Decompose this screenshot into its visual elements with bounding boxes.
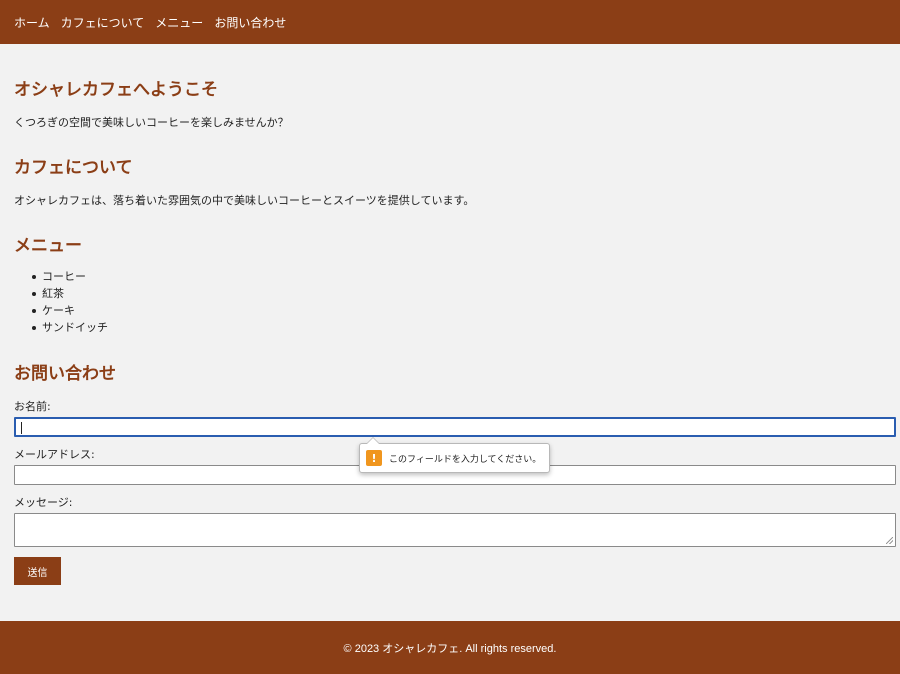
submit-button[interactable]: 送信: [14, 557, 61, 585]
warning-icon: !: [366, 450, 382, 466]
menu-item-sandwich: サンドイッチ: [14, 319, 108, 336]
email-label: メールアドレス:: [14, 448, 95, 461]
menu-list: コーヒー 紅茶 ケーキ サンドイッチ: [14, 268, 108, 336]
about-text: オシャレカフェは、落ち着いた雰囲気の中で美味しいコーヒーとスイーツを提供していま…: [14, 194, 475, 207]
message-textarea[interactable]: [14, 513, 896, 547]
resize-grip-icon[interactable]: [886, 537, 893, 544]
nav-link-menu[interactable]: メニュー: [155, 14, 203, 31]
welcome-heading: オシャレカフェへようこそ: [14, 80, 218, 100]
name-input[interactable]: [14, 417, 896, 437]
menu-heading: メニュー: [14, 236, 82, 256]
text-caret: [21, 422, 22, 434]
menu-item-cake: ケーキ: [14, 302, 108, 319]
nav-link-about[interactable]: カフェについて: [61, 14, 145, 31]
nav-link-home[interactable]: ホーム: [14, 14, 50, 31]
about-heading: カフェについて: [14, 158, 133, 178]
site-header: ホーム カフェについて メニュー お問い合わせ: [0, 0, 900, 44]
welcome-text: くつろぎの空間で美味しいコーヒーを楽しみませんか？: [14, 116, 289, 129]
validation-tooltip: ! このフィールドを入力してください。: [359, 437, 550, 473]
main-nav: ホーム カフェについて メニュー お問い合わせ: [0, 0, 900, 44]
menu-item-tea: 紅茶: [14, 285, 108, 302]
menu-item-coffee: コーヒー: [14, 268, 108, 285]
site-footer: © 2023 オシャレカフェ. All rights reserved.: [0, 621, 900, 674]
nav-link-contact[interactable]: お問い合わせ: [214, 14, 286, 31]
name-label: お名前:: [14, 400, 51, 413]
footer-copyright: © 2023 オシャレカフェ. All rights reserved.: [343, 642, 557, 655]
contact-heading: お問い合わせ: [14, 364, 116, 384]
message-label: メッセージ:: [14, 496, 73, 509]
validation-message: このフィールドを入力してください。: [389, 454, 542, 465]
